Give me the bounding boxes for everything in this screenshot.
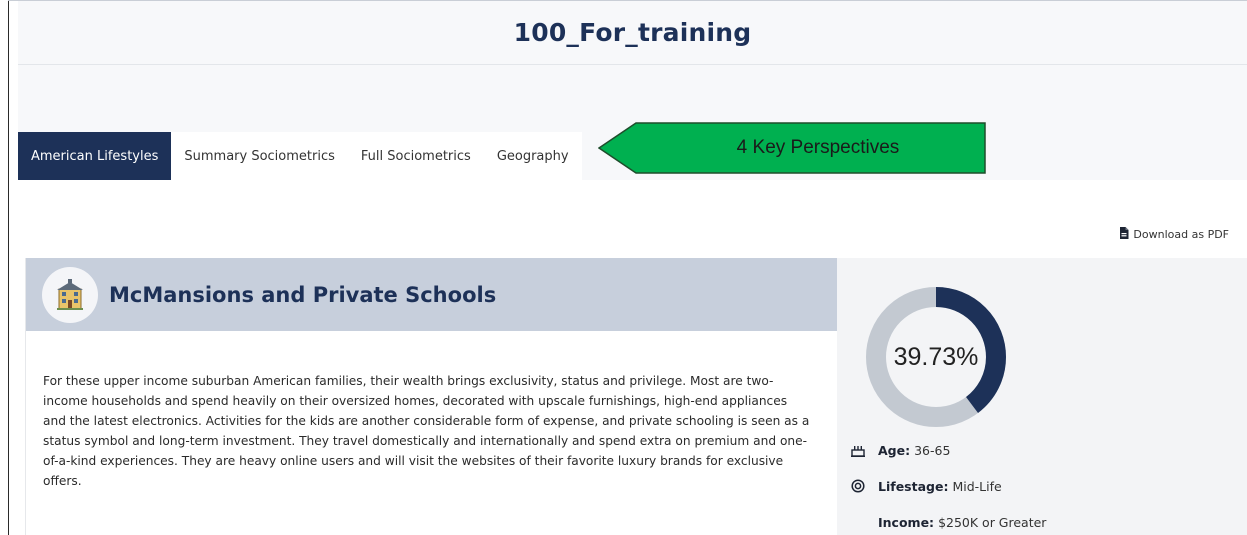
segment-description: For these upper income suburban American… (43, 374, 810, 488)
callout-text: 4 Key Perspectives (736, 137, 900, 158)
tab-full-sociometrics[interactable]: Full Sociometrics (348, 132, 484, 180)
pdf-file-icon (1119, 227, 1129, 242)
tab-strip: American Lifestyles Summary Sociometrics… (18, 132, 582, 180)
mansion-icon (57, 278, 83, 310)
segment-header: McMansions and Private Schools (26, 258, 838, 331)
report-frame: 100_For_training American Lifestyles Sum… (18, 1, 1247, 535)
stat-age: Age: 36-65 (850, 442, 950, 458)
segment-title: McMansions and Private Schools (109, 282, 497, 307)
page-title: 100_For_training (513, 18, 752, 47)
segment-panel: Download as PDF McMansions and Private S… (18, 180, 1247, 535)
title-bar: 100_For_training (18, 1, 1247, 65)
segment-stats-panel: 39.73% Age: 36-65 Lifestage: Mid-Life In… (837, 258, 1247, 535)
tab-american-lifestyles[interactable]: American Lifestyles (18, 132, 172, 180)
age-icon (850, 442, 866, 458)
stat-age-value: 36-65 (914, 442, 951, 458)
lifestage-icon (850, 478, 866, 494)
download-pdf-link[interactable]: Download as PDF (1119, 227, 1229, 242)
stat-lifestage-label: Lifestage: (878, 478, 949, 494)
stat-income: Income: $250K or Greater (850, 514, 1046, 530)
stat-income-label: Income: (878, 514, 935, 530)
stat-income-value: $250K or Greater (938, 514, 1047, 530)
stat-lifestage-value: Mid-Life (952, 478, 1002, 494)
key-perspectives-callout: 4 Key Perspectives (598, 122, 986, 174)
stat-age-label: Age: (878, 442, 911, 458)
segment-card: McMansions and Private Schools For these… (25, 258, 838, 535)
segment-avatar (42, 266, 98, 323)
income-icon-placeholder (850, 514, 866, 530)
stat-lifestage: Lifestage: Mid-Life (850, 478, 1002, 494)
tab-geography[interactable]: Geography (484, 132, 582, 180)
tab-summary-sociometrics[interactable]: Summary Sociometrics (171, 132, 348, 180)
percent-label: 39.73% (893, 342, 979, 371)
download-pdf-label: Download as PDF (1133, 228, 1229, 241)
window-left-border (8, 0, 9, 535)
